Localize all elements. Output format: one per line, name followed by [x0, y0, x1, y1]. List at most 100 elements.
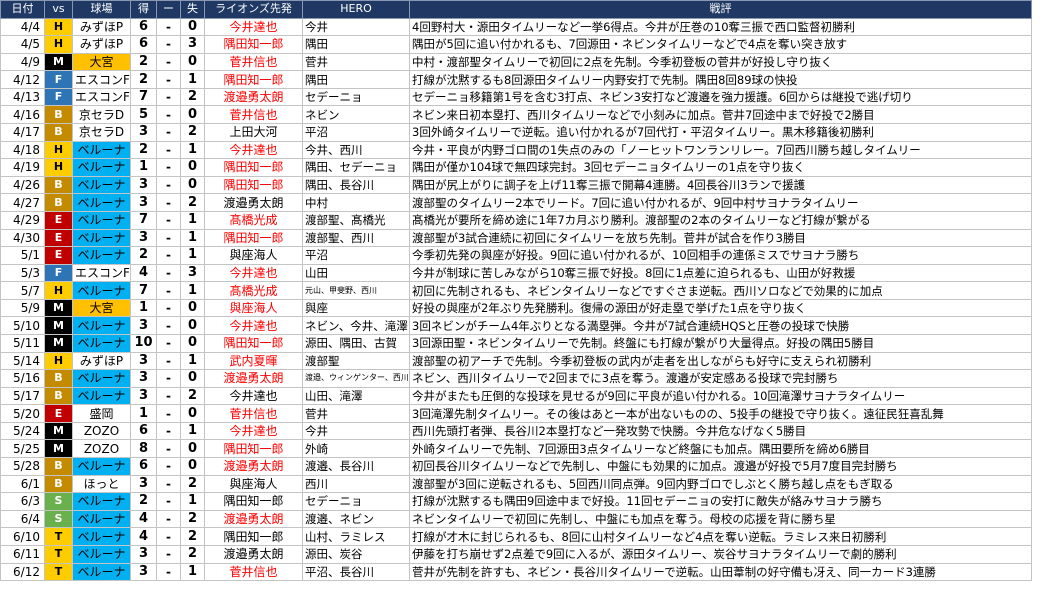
cell-date[interactable]: 5/28: [0, 457, 45, 476]
cell-allowed[interactable]: 1: [180, 351, 205, 371]
cell-park[interactable]: ベルーナ: [72, 457, 131, 476]
cell-hero[interactable]: 平沼: [302, 123, 410, 142]
table-row[interactable]: 6/10 T ベルーナ 4-2 隅田知一郎 山村、ラミレス 打線が才木に封じられるも、8回に…: [0, 527, 1032, 546]
cell-dash[interactable]: -: [156, 369, 181, 388]
cell-date[interactable]: 5/7: [0, 281, 45, 300]
cell-pitcher[interactable]: 隅田知一郎: [204, 70, 303, 89]
table-row[interactable]: 5/28 B ベルーナ 6-0 渡邉勇太朗 渡邉、長谷川 初回長谷川タイムリーなどで先制し、…: [0, 457, 1032, 476]
cell-review[interactable]: 髙橋光が要所を締め途に1年7カ月ぶり勝利。渡部聖の2本のタイムリーなど打線が繋が…: [409, 210, 1032, 230]
header-review[interactable]: 戦評: [409, 0, 1032, 19]
cell-date[interactable]: 5/1: [0, 246, 45, 265]
cell-allowed[interactable]: 1: [180, 562, 205, 582]
cell-vs[interactable]: S: [44, 492, 73, 511]
cell-vs[interactable]: F: [44, 87, 73, 107]
cell-dash[interactable]: -: [156, 175, 181, 195]
cell-allowed[interactable]: 0: [180, 158, 205, 177]
cell-date[interactable]: 4/16: [0, 105, 45, 125]
cell-allowed[interactable]: 0: [180, 404, 205, 423]
cell-dash[interactable]: -: [156, 421, 181, 441]
cell-vs[interactable]: B: [44, 386, 73, 406]
cell-date[interactable]: 6/1: [0, 474, 45, 494]
header-hero[interactable]: HERO: [302, 0, 410, 19]
cell-date[interactable]: 5/20: [0, 404, 45, 423]
cell-pitcher[interactable]: 與座海人: [204, 474, 303, 494]
cell-park[interactable]: ベルーナ: [72, 193, 131, 212]
cell-dash[interactable]: -: [156, 246, 181, 265]
cell-allowed[interactable]: 2: [180, 123, 205, 142]
cell-runs[interactable]: 3: [130, 123, 157, 142]
cell-dash[interactable]: -: [156, 87, 181, 107]
cell-review[interactable]: 初回長谷川タイムリーなどで先制し、中盤にも効果的に加点。渡邉が好投で5月7度目完…: [409, 457, 1032, 476]
cell-dash[interactable]: -: [156, 105, 181, 125]
cell-vs[interactable]: H: [44, 158, 73, 177]
cell-review[interactable]: 今季初先発の與座が好投。9回に追い付かれるが、10回相手の連係ミスでサヨナラ勝ち: [409, 246, 1032, 265]
cell-dash[interactable]: -: [156, 35, 181, 54]
cell-runs[interactable]: 8: [130, 439, 157, 459]
cell-allowed[interactable]: 3: [180, 263, 205, 283]
cell-pitcher[interactable]: 渡邉勇太朗: [204, 457, 303, 476]
header-date[interactable]: 日付: [0, 0, 45, 19]
cell-pitcher[interactable]: 隅田知一郎: [204, 527, 303, 546]
cell-park[interactable]: ベルーナ: [72, 386, 131, 406]
cell-vs[interactable]: M: [44, 439, 73, 459]
cell-pitcher[interactable]: 今井達也: [204, 17, 303, 37]
cell-vs[interactable]: H: [44, 17, 73, 37]
cell-allowed[interactable]: 0: [180, 175, 205, 195]
cell-allowed[interactable]: 2: [180, 193, 205, 212]
cell-review[interactable]: ネビンタイムリーで初回に先制し、中盤にも加点を奪う。母校の応援を背に勝ち星: [409, 509, 1032, 529]
cell-vs[interactable]: E: [44, 246, 73, 265]
cell-pitcher[interactable]: 菅井信也: [204, 562, 303, 582]
cell-review[interactable]: ネビン来日初本塁打、西川タイムリーなどで小刻みに加点。菅井7回途中まで好投で2勝…: [409, 105, 1032, 125]
cell-allowed[interactable]: 0: [180, 52, 205, 72]
cell-pitcher[interactable]: 渡邉勇太朗: [204, 369, 303, 388]
header-pitcher[interactable]: ライオンズ先発: [204, 0, 303, 19]
cell-park[interactable]: 京セラD: [72, 123, 131, 142]
table-row[interactable]: 5/16 B ベルーナ 3-0 渡邉勇太朗 渡邉、ウィンゲンター、西川 ネビン、西川タイムリ…: [0, 369, 1032, 388]
cell-date[interactable]: 5/17: [0, 386, 45, 406]
cell-vs[interactable]: M: [44, 316, 73, 335]
cell-dash[interactable]: -: [156, 123, 181, 142]
cell-dash[interactable]: -: [156, 158, 181, 177]
cell-dash[interactable]: -: [156, 544, 181, 564]
cell-allowed[interactable]: 1: [180, 210, 205, 230]
cell-runs[interactable]: 4: [130, 263, 157, 283]
cell-dash[interactable]: -: [156, 527, 181, 546]
cell-park[interactable]: ベルーナ: [72, 281, 131, 300]
table-row[interactable]: 5/14 H みずほP 3-1 武内夏暉 渡部聖 渡部聖の初アーチで先制。今季初登板の武内が…: [0, 351, 1032, 371]
cell-allowed[interactable]: 2: [180, 544, 205, 564]
cell-date[interactable]: 4/4: [0, 17, 45, 37]
cell-hero[interactable]: ネビン、今井、滝澤: [302, 316, 410, 335]
cell-runs[interactable]: 3: [130, 316, 157, 335]
cell-vs[interactable]: T: [44, 527, 73, 546]
cell-vs[interactable]: M: [44, 298, 73, 318]
cell-allowed[interactable]: 2: [180, 527, 205, 546]
cell-review[interactable]: 今井・平良が内野ゴロ間の1失点のみの「ノーヒットワンランリレー。7回西川勝ち越し…: [409, 140, 1032, 160]
cell-pitcher[interactable]: 與座海人: [204, 246, 303, 265]
cell-runs[interactable]: 7: [130, 87, 157, 107]
cell-pitcher[interactable]: 隅田知一郎: [204, 35, 303, 54]
cell-runs[interactable]: 2: [130, 140, 157, 160]
cell-date[interactable]: 4/26: [0, 175, 45, 195]
cell-dash[interactable]: -: [156, 193, 181, 212]
cell-date[interactable]: 6/10: [0, 527, 45, 546]
cell-hero[interactable]: 平沼: [302, 246, 410, 265]
cell-park[interactable]: ベルーナ: [72, 228, 131, 248]
table-row[interactable]: 5/25 M ZOZO 8-0 隅田知一郎 外崎 外崎タイムリーで先制、7回源田3点タイムリ…: [0, 439, 1032, 459]
cell-runs[interactable]: 3: [130, 544, 157, 564]
cell-park[interactable]: ベルーナ: [72, 509, 131, 529]
cell-runs[interactable]: 10: [130, 333, 157, 353]
cell-vs[interactable]: H: [44, 281, 73, 300]
cell-dash[interactable]: -: [156, 351, 181, 371]
cell-date[interactable]: 4/18: [0, 140, 45, 160]
table-row[interactable]: 5/17 B ベルーナ 3-2 今井達也 山田、滝澤 今井がまたも圧倒的な投球を見せるが9回…: [0, 386, 1032, 406]
cell-review[interactable]: 伊藤を打ち崩せず2点差で9回に入るが、源田タイムリー、炭谷サヨナラタイムリーで劇…: [409, 544, 1032, 564]
cell-park[interactable]: ベルーナ: [72, 492, 131, 511]
cell-dash[interactable]: -: [156, 492, 181, 511]
header-dash[interactable]: ー: [156, 0, 181, 19]
cell-vs[interactable]: M: [44, 52, 73, 72]
cell-dash[interactable]: -: [156, 281, 181, 300]
cell-review[interactable]: 今井が制球に苦しみながら10奪三振で好投。8回に1点差に迫られるも、山田が好救援: [409, 263, 1032, 283]
header-vs[interactable]: vs: [44, 0, 73, 19]
cell-runs[interactable]: 1: [130, 158, 157, 177]
cell-vs[interactable]: B: [44, 105, 73, 125]
